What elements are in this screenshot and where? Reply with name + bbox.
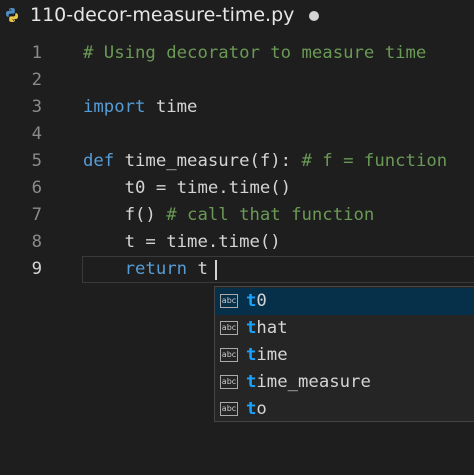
- keyword-token: import: [83, 97, 146, 117]
- code-token: t0 = time.time(): [83, 178, 292, 198]
- line-number: 9: [31, 259, 42, 279]
- code-line[interactable]: 5 def time_measure(f): # f = function: [0, 148, 474, 175]
- code-line[interactable]: 4: [0, 121, 474, 148]
- line-number: 1: [31, 43, 42, 63]
- suggestion-label: time_measure: [246, 369, 371, 396]
- tab-title[interactable]: 110-decor-measure-time.py: [30, 4, 294, 26]
- suggestion-rest: ime: [256, 345, 288, 365]
- text-kind-icon: abc: [220, 294, 238, 308]
- code-token: f(): [83, 205, 167, 225]
- code-line[interactable]: 6 t0 = time.time(): [0, 175, 474, 202]
- suggestion-item[interactable]: abc that: [215, 315, 474, 342]
- text-cursor: [215, 260, 217, 280]
- keyword-token: return: [124, 259, 188, 279]
- suggestion-match: t: [246, 345, 257, 365]
- text-kind-icon: abc: [220, 321, 238, 335]
- autocomplete-suggestions[interactable]: abc t0 abc that abc time abc time_measure abc to: [214, 286, 474, 422]
- suggestion-match: t: [246, 291, 257, 311]
- text-kind-icon: abc: [220, 375, 238, 389]
- line-number: 3: [31, 97, 42, 117]
- suggestion-match: t: [246, 399, 257, 419]
- code-line[interactable]: 3 import time: [0, 94, 474, 121]
- code-text[interactable]: # Using decorator to measure time: [83, 40, 426, 67]
- suggestion-rest: hat: [256, 318, 288, 338]
- suggestion-label: time: [246, 342, 288, 369]
- keyword-token: def: [83, 151, 115, 171]
- line-number: 2: [31, 70, 42, 90]
- suggestion-match: t: [246, 372, 257, 392]
- unsaved-dot-icon[interactable]: [309, 11, 319, 21]
- comment-token: # f = function: [301, 151, 448, 171]
- code-token: t = time.time(): [83, 232, 281, 252]
- code-text[interactable]: t = time.time(): [83, 229, 281, 256]
- comment-token: # call that function: [166, 205, 375, 225]
- line-number: 6: [31, 178, 42, 198]
- code-line[interactable]: 9 return t: [0, 256, 474, 283]
- code-token: t: [187, 259, 208, 279]
- code-text[interactable]: t0 = time.time(): [83, 175, 291, 202]
- suggestion-rest: 0: [256, 291, 267, 311]
- suggestion-label: to: [246, 396, 267, 423]
- code-text[interactable]: import time: [83, 94, 197, 121]
- code-text[interactable]: f() # call that function: [83, 202, 375, 229]
- comment-token: # Using decorator to measure time: [83, 43, 427, 63]
- code-editor[interactable]: 110-decor-measure-time.py 1 # Using decor…: [0, 0, 474, 475]
- suggestion-label: t0: [246, 288, 267, 315]
- suggestion-item[interactable]: abc t0: [215, 288, 474, 315]
- line-number: 8: [31, 232, 42, 252]
- code-line[interactable]: 7 f() # call that function: [0, 202, 474, 229]
- suggestion-rest: o: [256, 399, 267, 419]
- suggestion-label: that: [246, 315, 288, 342]
- code-token: time: [145, 97, 198, 117]
- text-kind-icon: abc: [220, 348, 238, 362]
- text-kind-icon: abc: [220, 402, 238, 416]
- line-number: 4: [31, 124, 42, 144]
- code-token: time_measure(f):: [114, 151, 302, 171]
- line-number: 7: [31, 205, 42, 225]
- code-line[interactable]: 1 # Using decorator to measure time: [0, 40, 474, 67]
- code-text[interactable]: def time_measure(f): # f = function: [83, 148, 447, 175]
- editor-tab[interactable]: 110-decor-measure-time.py: [0, 0, 474, 32]
- code-line[interactable]: 8 t = time.time(): [0, 229, 474, 256]
- suggestion-item[interactable]: abc time_measure: [215, 369, 474, 396]
- python-icon: [6, 8, 18, 22]
- suggestion-rest: ime_measure: [256, 372, 371, 392]
- line-number: 5: [31, 151, 42, 171]
- suggestion-item[interactable]: abc to: [215, 396, 474, 423]
- code-line[interactable]: 2: [0, 67, 474, 94]
- code-text[interactable]: return t: [83, 256, 208, 283]
- suggestion-match: t: [246, 318, 257, 338]
- suggestion-item[interactable]: abc time: [215, 342, 474, 369]
